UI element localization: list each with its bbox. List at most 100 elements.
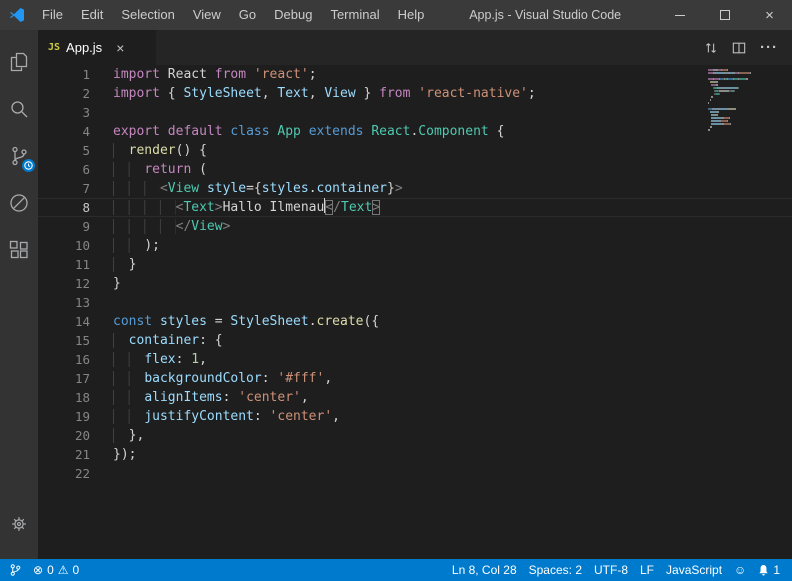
- menu-view[interactable]: View: [184, 0, 230, 30]
- maximize-button[interactable]: [702, 0, 747, 30]
- indentation-button[interactable]: Spaces: 2: [523, 563, 588, 577]
- code-line-19[interactable]: 19 justifyContent: 'center',: [38, 407, 792, 426]
- vscode-window: File Edit Selection View Go Debug Termin…: [0, 0, 792, 581]
- code-text: });: [113, 445, 136, 464]
- status-bar: ⊗ 0 ⚠ 0 Ln 8, Col 28 Spaces: 2 UTF-8 LF …: [0, 559, 792, 581]
- code-line-20[interactable]: 20 },: [38, 426, 792, 445]
- code-token: [113, 352, 144, 367]
- code-line-12[interactable]: 12}: [38, 274, 792, 293]
- eol-button[interactable]: LF: [634, 563, 660, 577]
- code-token: React: [160, 67, 215, 82]
- code-token: }: [356, 86, 379, 101]
- activity-explorer-button[interactable]: [0, 38, 38, 85]
- menu-file[interactable]: File: [33, 0, 72, 30]
- code-text: <View style={styles.container}>: [113, 179, 403, 198]
- code-token: 'center': [270, 409, 333, 424]
- title-bar: File Edit Selection View Go Debug Termin…: [0, 0, 792, 30]
- notifications-button[interactable]: 1: [752, 563, 786, 577]
- minimap-token: [739, 78, 746, 80]
- code-line-22[interactable]: 22: [38, 464, 792, 483]
- tab-close-icon[interactable]: ×: [116, 41, 124, 55]
- menu-debug[interactable]: Debug: [265, 0, 321, 30]
- editor-actions: ···: [704, 30, 792, 65]
- menu-help[interactable]: Help: [389, 0, 434, 30]
- error-icon: ⊗: [33, 563, 43, 577]
- remote-branch-button[interactable]: [4, 559, 27, 581]
- code-token: import: [113, 86, 160, 101]
- code-line-21[interactable]: 21});: [38, 445, 792, 464]
- line-number: 11: [38, 255, 90, 274]
- activity-bar: [0, 30, 38, 559]
- minimap-token: [727, 120, 728, 122]
- activity-extensions-button[interactable]: [0, 226, 38, 273]
- code-line-10[interactable]: 10 );: [38, 236, 792, 255]
- encoding-button[interactable]: UTF-8: [588, 563, 634, 577]
- code-line-2[interactable]: 2import { StyleSheet, Text, View } from …: [38, 84, 792, 103]
- code-line-18[interactable]: 18 alignItems: 'center',: [38, 388, 792, 407]
- code-line-9[interactable]: 9 </View>: [38, 217, 792, 236]
- code-line-6[interactable]: 6 return (: [38, 160, 792, 179]
- code-token: [152, 314, 160, 329]
- code-token: [113, 257, 129, 272]
- code-text: render() {: [113, 141, 207, 160]
- minimap-token: [710, 99, 711, 101]
- code-token: :: [176, 352, 192, 367]
- more-actions-icon[interactable]: ···: [760, 39, 778, 56]
- smiley-icon: ☺: [734, 563, 746, 577]
- code-line-11[interactable]: 11 }: [38, 255, 792, 274]
- code-token: return: [144, 162, 191, 177]
- manage-settings-button[interactable]: [0, 500, 38, 547]
- code-token: }: [387, 181, 395, 196]
- line-number: 6: [38, 160, 90, 179]
- cursor-position-button[interactable]: Ln 8, Col 28: [446, 563, 523, 577]
- code-token: '#fff': [277, 371, 324, 386]
- minimap-line: [708, 99, 760, 101]
- code-token: [113, 409, 144, 424]
- open-changes-icon[interactable]: [704, 41, 718, 55]
- split-editor-icon[interactable]: [732, 41, 746, 55]
- menu-terminal[interactable]: Terminal: [321, 0, 388, 30]
- activity-search-button[interactable]: [0, 85, 38, 132]
- code-line-7[interactable]: 7 <View style={styles.container}>: [38, 179, 792, 198]
- line-number: 20: [38, 426, 90, 445]
- window-title: App.js - Visual Studio Code: [433, 8, 657, 22]
- minimap[interactable]: [708, 69, 760, 135]
- code-line-4[interactable]: 4export default class App extends React.…: [38, 122, 792, 141]
- code-line-14[interactable]: 14const styles = StyleSheet.create({: [38, 312, 792, 331]
- feedback-button[interactable]: ☺: [728, 563, 752, 577]
- code-token: {: [489, 124, 505, 139]
- status-bar-right: Ln 8, Col 28 Spaces: 2 UTF-8 LF JavaScri…: [446, 563, 792, 577]
- tab-appjs[interactable]: JS App.js ×: [38, 30, 156, 65]
- line-number: 13: [38, 293, 90, 312]
- code-token: render: [129, 143, 176, 158]
- code-token: [113, 219, 176, 234]
- code-line-5[interactable]: 5 render() {: [38, 141, 792, 160]
- line-number: 19: [38, 407, 90, 426]
- close-button[interactable]: ×: [747, 0, 792, 30]
- code-line-15[interactable]: 15 container: {: [38, 331, 792, 350]
- code-token: backgroundColor: [144, 371, 261, 386]
- code-line-3[interactable]: 3: [38, 103, 792, 122]
- editor[interactable]: 1import React from 'react';2import { Sty…: [38, 65, 792, 559]
- code-token: [113, 333, 129, 348]
- code-token: import: [113, 67, 160, 82]
- menu-edit[interactable]: Edit: [72, 0, 112, 30]
- code-token: }: [113, 276, 121, 291]
- minimap-token: [717, 111, 719, 113]
- activity-source-control-button[interactable]: [0, 132, 38, 179]
- menu-go[interactable]: Go: [230, 0, 265, 30]
- minimap-token: [711, 123, 722, 125]
- problems-button[interactable]: ⊗ 0 ⚠ 0: [27, 559, 85, 581]
- code-token: container: [129, 333, 199, 348]
- code-line-8[interactable]: 8 <Text>Hallo Ilmenau</Text>: [38, 198, 792, 217]
- code-line-17[interactable]: 17 backgroundColor: '#fff',: [38, 369, 792, 388]
- code-line-13[interactable]: 13: [38, 293, 792, 312]
- language-mode-button[interactable]: JavaScript: [660, 563, 728, 577]
- minimap-token: [738, 87, 739, 89]
- activity-debug-button[interactable]: [0, 179, 38, 226]
- menu-selection[interactable]: Selection: [112, 0, 183, 30]
- minimize-button[interactable]: [657, 0, 702, 30]
- code-token: =: [207, 314, 230, 329]
- code-line-16[interactable]: 16 flex: 1,: [38, 350, 792, 369]
- code-line-1[interactable]: 1import React from 'react';: [38, 65, 792, 84]
